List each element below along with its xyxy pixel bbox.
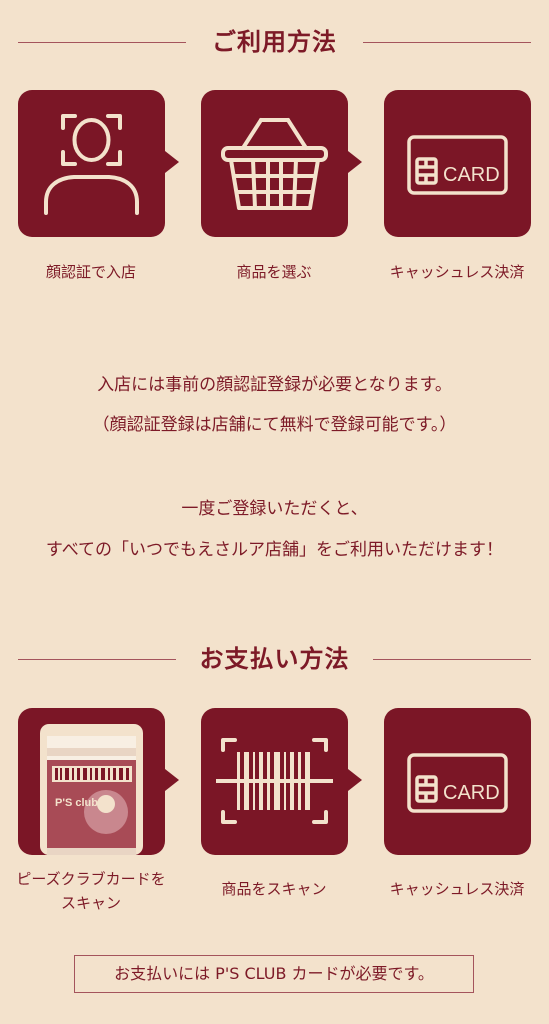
step-arrow [165, 769, 179, 791]
barcode-scan-icon [216, 738, 333, 824]
step-arrow [165, 151, 179, 173]
card-text: CARD [443, 782, 500, 804]
step-label: キャッシュレス決済 [389, 880, 525, 898]
step-card-tile: CARD [384, 708, 531, 855]
step-arrow [348, 769, 362, 791]
step-label: 商品を選ぶ [236, 263, 312, 281]
step-app-tile: P'S club [18, 708, 165, 855]
step-face-tile [18, 90, 165, 237]
step-label-line2: スキャン [60, 894, 121, 912]
face-scan-icon [44, 114, 139, 215]
ps-club-app-icon: P'S club [40, 724, 143, 855]
usage-note-line1: 入店には事前の顔認証登録が必要となります。 [97, 375, 452, 395]
usage-note-line4: すべての「いつでもえさルア店舗」をご利用いただけます！ [45, 540, 504, 560]
step-card-tile: CARD [384, 90, 531, 237]
app-brand-text: P'S club [55, 797, 98, 809]
usage-heading-row: ご利用方法 [0, 22, 549, 62]
step-barcode-tile [201, 708, 348, 855]
basket-icon [221, 118, 328, 210]
usage-note-line2: （顔認証登録は店舗にて無料で登録可能です。） [92, 415, 457, 435]
card-icon: CARD [407, 135, 508, 195]
step-label: キャッシュレス決済 [389, 263, 525, 281]
payment-notice: お支払いには P'S CLUB カードが必要です。 [74, 955, 474, 993]
card-icon: CARD [407, 753, 508, 813]
step-label: 顔認証で入店 [45, 263, 136, 281]
usage-note-line3: 一度ご登録いただくと、 [181, 499, 368, 519]
card-text: CARD [443, 164, 500, 186]
usage-heading: ご利用方法 [212, 28, 337, 56]
step-basket-tile [201, 90, 348, 237]
step-label-line1: ピーズクラブカードを [16, 870, 166, 888]
step-label: ピーズクラブカードを スキャン [6, 867, 176, 915]
step-label: 商品をスキャン [221, 880, 327, 898]
step-arrow [348, 151, 362, 173]
payment-heading-row: お支払い方法 [0, 639, 549, 679]
payment-heading: お支払い方法 [199, 645, 350, 673]
